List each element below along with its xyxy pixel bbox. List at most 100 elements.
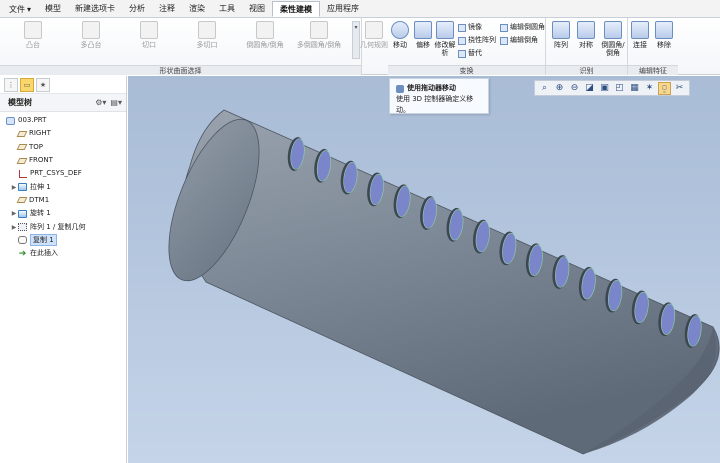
graphics-viewport[interactable]: ⌕ ⊕ ⊖ ◪ ▣ ◰ ▦ ✶ ⍜ ✂ bbox=[128, 76, 720, 463]
view-tool-6-icon[interactable]: ▦ bbox=[628, 82, 641, 95]
expand-arrow-icon[interactable]: ▶ bbox=[10, 207, 18, 220]
edit-feature-group: 连接 移除 编辑特征 bbox=[628, 18, 678, 75]
offset-button[interactable]: 偏移 bbox=[412, 21, 434, 59]
tab-6[interactable]: 工具 bbox=[212, 1, 242, 17]
symmetry-icon bbox=[577, 21, 595, 39]
expand-arrow-icon[interactable]: ▶ bbox=[10, 181, 18, 194]
multi-boss-button[interactable]: 多凸台 bbox=[66, 21, 116, 59]
tab-3[interactable]: 分析 bbox=[122, 1, 152, 17]
tree-item-label: 在此插入 bbox=[30, 249, 58, 258]
tree-item-label: RIGHT bbox=[29, 129, 51, 138]
view-tool-9-icon[interactable]: ✂ bbox=[673, 82, 686, 95]
extrude-icon bbox=[18, 183, 27, 192]
tree-item[interactable]: ▶ 旋转 1 bbox=[0, 207, 126, 220]
boss-button[interactable]: 凸台 bbox=[8, 21, 58, 59]
model-tree-tab[interactable]: ⋮ bbox=[4, 77, 18, 92]
round-chamfer-button[interactable]: 倒圆角/倒角 bbox=[240, 21, 290, 59]
tree-item[interactable]: ▶ 拉伸 1 bbox=[0, 180, 126, 193]
tree-item[interactable]: 003.PRT bbox=[0, 114, 126, 127]
cut-button[interactable]: 切口 bbox=[124, 21, 174, 59]
remove-icon bbox=[655, 21, 673, 39]
tree-item-label: 003.PRT bbox=[18, 116, 47, 125]
symmetry-recognize-button[interactable]: 对称 bbox=[574, 21, 598, 59]
tree-item-label: 阵列 1 / 复制几何 bbox=[30, 222, 86, 231]
model-tree-tools: ⚙▾ ▤▾ bbox=[95, 98, 122, 107]
revolve-icon bbox=[18, 209, 27, 218]
round-chamfer-icon bbox=[256, 21, 274, 39]
attach-button[interactable]: 连接 bbox=[628, 21, 652, 59]
cut-icon bbox=[140, 21, 158, 39]
edit-round-button[interactable]: 编辑倒圆角 bbox=[500, 22, 545, 33]
pattern-icon bbox=[18, 223, 27, 232]
cylinder-model[interactable] bbox=[128, 76, 720, 463]
transform-group-label: 变换 bbox=[388, 65, 545, 75]
offset-icon bbox=[414, 21, 432, 39]
mirror-button[interactable]: 镜像 bbox=[458, 22, 482, 33]
tab-5[interactable]: 渲染 bbox=[182, 1, 212, 17]
round-chamfer-recognize-icon bbox=[604, 21, 622, 39]
plane-icon bbox=[16, 157, 28, 164]
csys-icon bbox=[18, 169, 27, 178]
multi-cut-button[interactable]: 多切口 bbox=[182, 21, 232, 59]
tree-item[interactable]: ▶ 阵列 1 / 复制几何 bbox=[0, 220, 126, 233]
geometry-rules-button[interactable]: 几何规则 bbox=[360, 21, 388, 59]
tree-settings-icon[interactable]: ⚙▾ bbox=[95, 98, 106, 107]
tree-item[interactable]: DTM1 bbox=[0, 194, 126, 207]
move-button[interactable]: 移动 bbox=[388, 21, 412, 59]
view-tool-8-icon[interactable]: ⍜ bbox=[658, 82, 671, 95]
model-tree: 003.PRT RIGHT TOP FRONT PRT_CSYS_DEF ▶ 拉伸 1 DTM… bbox=[0, 112, 126, 260]
view-tool-1-icon[interactable]: ⊕ bbox=[553, 82, 566, 95]
edit-chamfer-button[interactable]: 编辑倒角 bbox=[500, 35, 538, 46]
tree-show-icon[interactable]: ▤▾ bbox=[110, 98, 122, 107]
shape-surface-group-label: 形状曲面选择 bbox=[0, 65, 361, 75]
tree-item-label: 拉伸 1 bbox=[30, 182, 51, 191]
tree-item[interactable]: FRONT bbox=[0, 154, 126, 167]
insert-icon: ➔ bbox=[18, 248, 27, 259]
ribbon: 凸台 多凸台 切口 多切口 倒圆角/倒角 多倒圆角/倒角 ▾ 几何规则 形状曲面… bbox=[0, 18, 720, 75]
view-tool-4-icon[interactable]: ▣ bbox=[598, 82, 611, 95]
folder-browser-tab[interactable]: ▭ bbox=[20, 77, 34, 92]
attach-icon bbox=[631, 21, 649, 39]
tree-item[interactable]: ➔ 在此插入 bbox=[0, 247, 126, 260]
expand-arrow-icon[interactable]: ▶ bbox=[10, 221, 18, 234]
transform-group: 移动 偏移 修改解析 镜像 挠性阵列 替代 编辑倒圆角 编辑倒角 变换 bbox=[388, 18, 546, 75]
tree-item[interactable]: PRT_CSYS_DEF bbox=[0, 167, 126, 180]
tree-item[interactable]: TOP bbox=[0, 141, 126, 154]
view-tool-0-icon[interactable]: ⌕ bbox=[538, 82, 551, 95]
tree-item[interactable]: RIGHT bbox=[0, 127, 126, 140]
plane-icon bbox=[16, 197, 28, 204]
tree-item-label: FRONT bbox=[29, 156, 53, 165]
round-chamfer-recognize-button[interactable]: 倒圆角/倒角 bbox=[598, 21, 628, 59]
tree-item-label: PRT_CSYS_DEF bbox=[30, 169, 82, 178]
view-tool-5-icon[interactable]: ◰ bbox=[613, 82, 626, 95]
tab-0[interactable]: 文件 ▾ bbox=[2, 1, 38, 17]
multi-cut-icon bbox=[198, 21, 216, 39]
flexible-pattern-icon bbox=[458, 36, 466, 45]
multi-round-chamfer-button[interactable]: 多倒圆角/倒角 bbox=[294, 21, 344, 59]
boss-icon bbox=[24, 21, 42, 39]
substitute-button[interactable]: 替代 bbox=[458, 48, 482, 59]
tab-2[interactable]: 新建选项卡 bbox=[68, 1, 122, 17]
tab-1[interactable]: 模型 bbox=[38, 1, 68, 17]
tab-4[interactable]: 注释 bbox=[152, 1, 182, 17]
tree-item-label: TOP bbox=[29, 142, 44, 151]
ribbon-scroll-button[interactable]: ▾ bbox=[352, 21, 360, 59]
tab-9[interactable]: 应用程序 bbox=[320, 1, 366, 17]
modify-analytic-button[interactable]: 修改解析 bbox=[434, 21, 456, 59]
view-toolbar: ⌕ ⊕ ⊖ ◪ ▣ ◰ ▦ ✶ ⍜ ✂ bbox=[534, 80, 690, 96]
multi-round-chamfer-icon bbox=[310, 21, 328, 39]
tree-item[interactable]: 复制 1 bbox=[0, 234, 126, 247]
remove-button[interactable]: 移除 bbox=[652, 21, 676, 59]
view-tool-3-icon[interactable]: ◪ bbox=[583, 82, 596, 95]
tab-7[interactable]: 视图 bbox=[242, 1, 272, 17]
navigator-tabs: ⋮ ▭ ★ bbox=[0, 76, 126, 94]
tab-8[interactable]: 柔性建模 bbox=[272, 1, 321, 17]
favorites-tab[interactable]: ★ bbox=[36, 77, 50, 92]
tree-item-label: DTM1 bbox=[29, 195, 50, 204]
tree-item-label: 旋转 1 bbox=[30, 209, 51, 218]
view-tool-2-icon[interactable]: ⊖ bbox=[568, 82, 581, 95]
pattern-recognize-button[interactable]: 阵列 bbox=[548, 21, 574, 59]
view-tool-7-icon[interactable]: ✶ bbox=[643, 82, 656, 95]
geometry-rules-icon bbox=[365, 21, 383, 39]
flexible-pattern-button[interactable]: 挠性阵列 bbox=[458, 35, 496, 46]
